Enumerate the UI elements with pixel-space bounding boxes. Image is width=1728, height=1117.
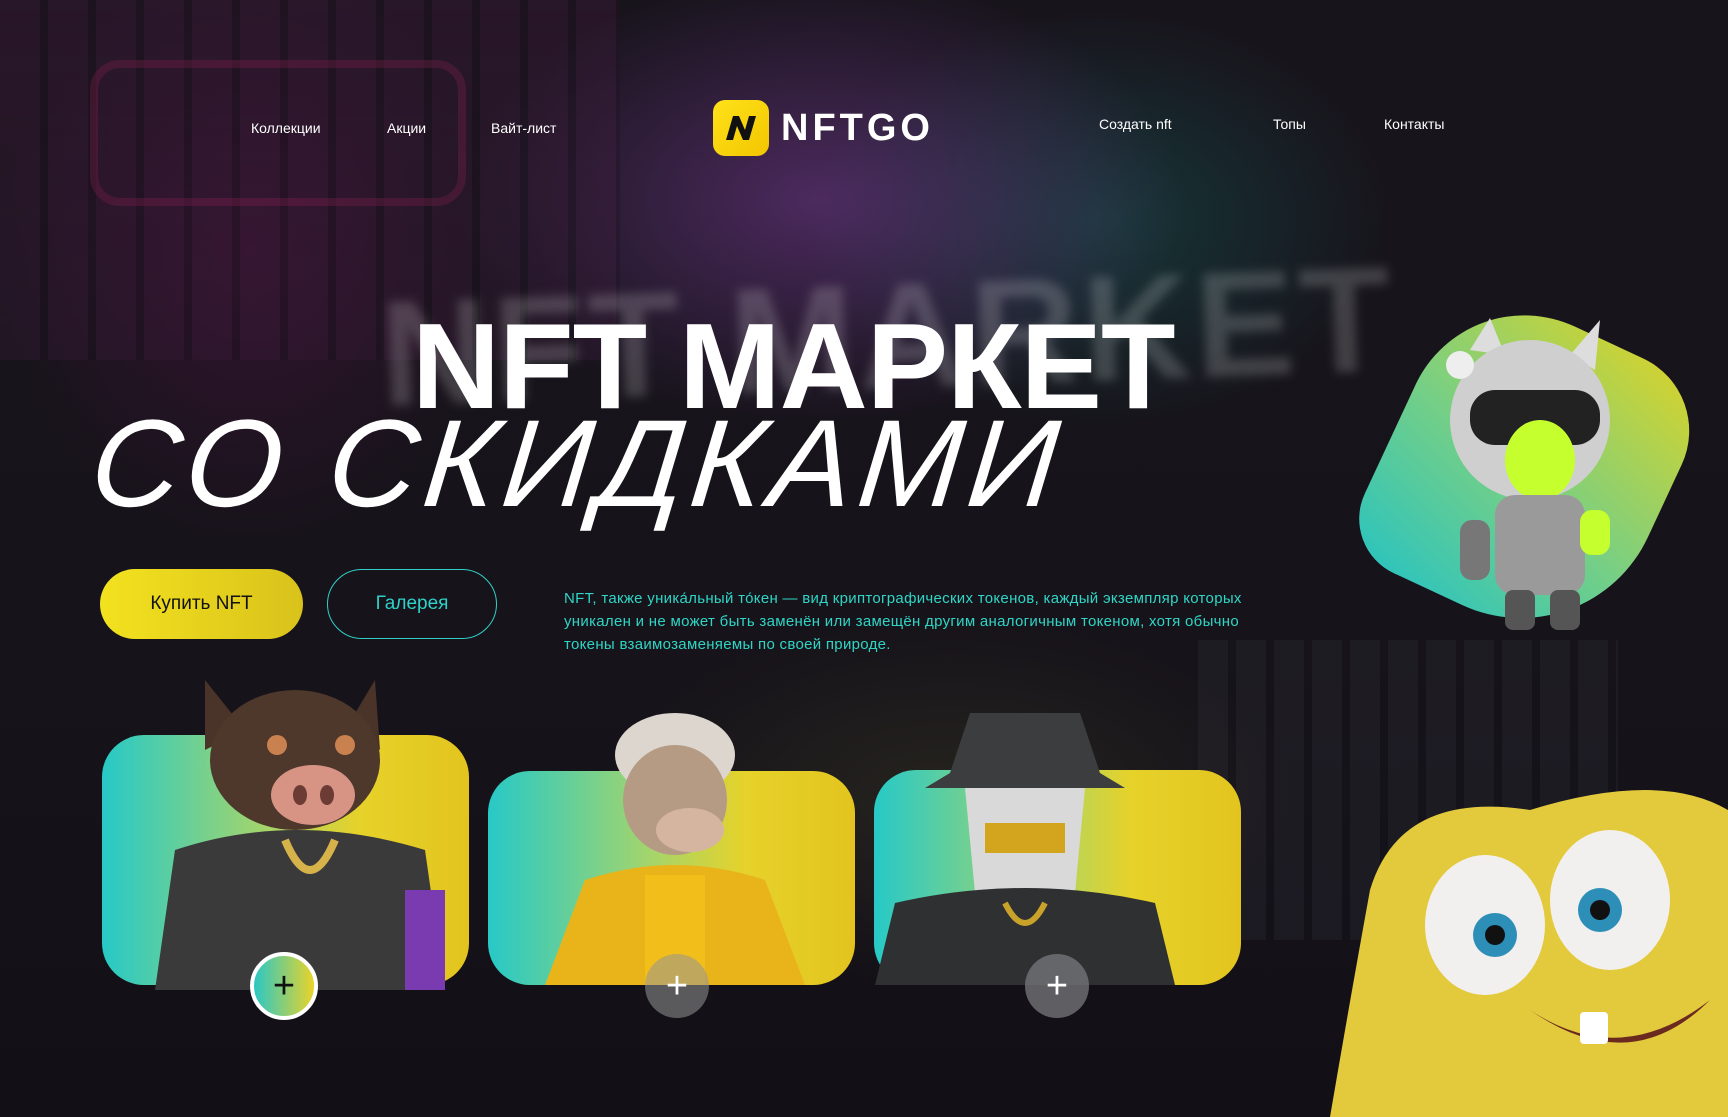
hero-title-line2: СО СКИДКАМИ [84,395,1071,533]
nav-create-nft[interactable]: Создать nft [1099,116,1172,132]
logo[interactable]: NFTGO [713,100,934,156]
masked-character [875,713,1175,985]
page: NFT MARKET Коллекции Акции Вайт-лист Соз… [0,0,1728,1117]
buy-nft-button[interactable]: Купить NFT [100,569,303,639]
add-to-cart-button-2[interactable]: + [645,954,709,1018]
nav-sales[interactable]: Акции [387,120,426,136]
logo-mark-icon [713,100,769,156]
sponge-character [1330,790,1728,1117]
boar-character [155,680,445,990]
nav-contacts[interactable]: Контакты [1384,116,1444,132]
gallery-button[interactable]: Галерея [327,569,497,639]
nav-whitelist[interactable]: Вайт-лист [491,120,556,136]
hero-description: NFT, также уника́льный то́кен — вид крип… [564,590,1242,653]
ape-character [545,713,805,985]
cat-pilot-figure [1339,275,1716,665]
nav-tops[interactable]: Топы [1273,116,1306,132]
logo-text: NFTGO [781,106,934,149]
add-to-cart-button-1[interactable]: + [250,952,318,1020]
nav-collections[interactable]: Коллекции [251,120,321,136]
add-to-cart-button-3[interactable]: + [1025,954,1089,1018]
